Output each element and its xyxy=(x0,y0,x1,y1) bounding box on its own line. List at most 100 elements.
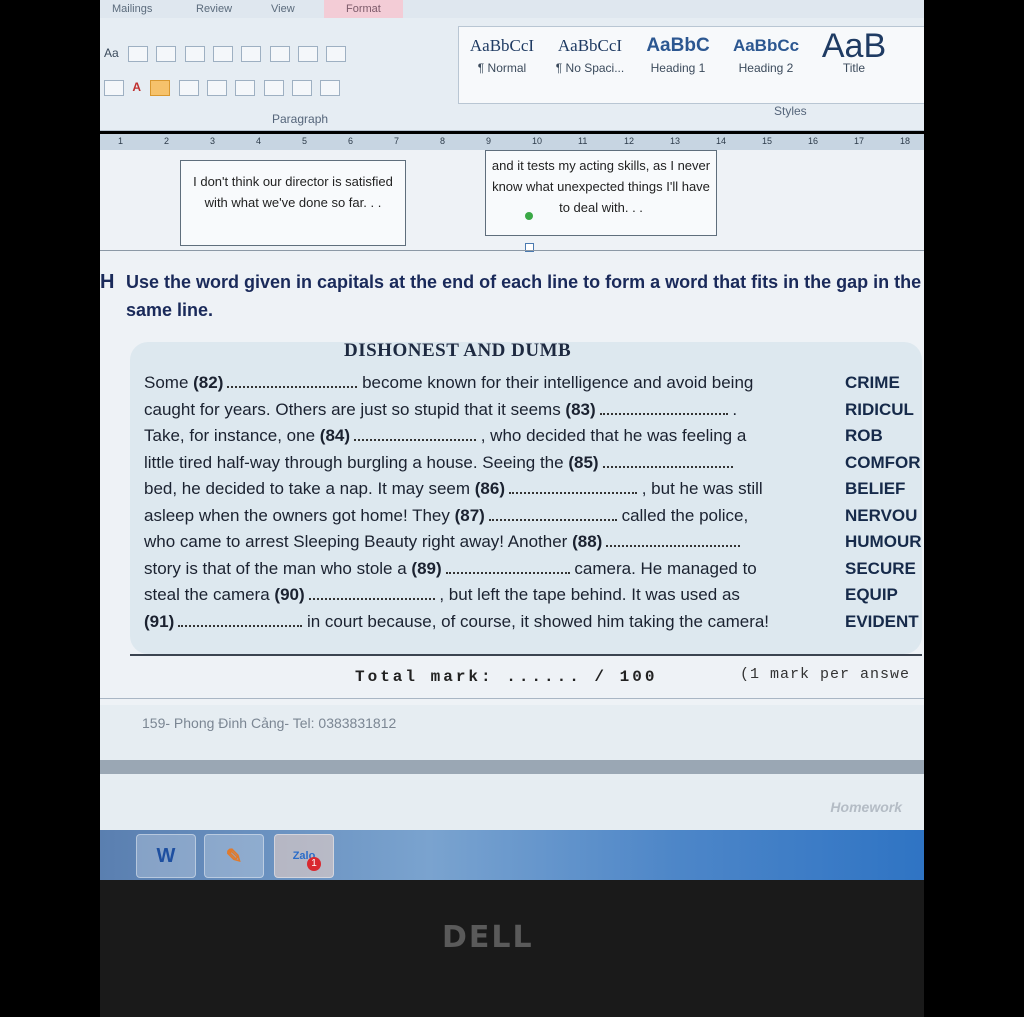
answer-blank[interactable] xyxy=(178,613,303,627)
answer-blank[interactable] xyxy=(488,507,617,521)
ruler-number: 15 xyxy=(762,136,773,146)
tab-format[interactable]: Format xyxy=(324,0,403,18)
exercise-letter: H xyxy=(100,271,115,293)
ribbon-tab-bar: Mailings Review View Format xyxy=(100,0,924,20)
line-text: caught for years. Others are just so stu… xyxy=(144,399,566,419)
numbering-icon[interactable] xyxy=(184,46,205,62)
ruler-number: 6 xyxy=(348,136,354,146)
ruler-number: 10 xyxy=(532,136,543,146)
line-text: , who decided that he was feeling a xyxy=(476,426,747,445)
sort-icon[interactable] xyxy=(298,46,319,62)
paragraph-group-label: Paragraph xyxy=(272,112,329,126)
align-right-icon[interactable] xyxy=(207,80,228,96)
style-heading-2[interactable]: AaBbCc Heading 2 xyxy=(723,31,809,75)
answer-blank[interactable] xyxy=(509,480,637,494)
line-text: steal the camera xyxy=(144,585,275,604)
line-spacing-icon[interactable] xyxy=(263,80,284,96)
answer-blank[interactable] xyxy=(602,454,733,468)
exercise-instruction: Use the word given in capitals at the en… xyxy=(126,272,922,320)
align-left-icon[interactable] xyxy=(150,80,171,96)
highlight-icon[interactable] xyxy=(104,80,124,96)
capital-word: ROB xyxy=(845,426,883,445)
line-text: Take, for instance, one xyxy=(144,426,320,445)
line-text: little tired half-way through burgling a… xyxy=(144,452,569,472)
bullets-icon[interactable] xyxy=(156,46,177,62)
ruler-number: 8 xyxy=(440,136,446,146)
style-normal[interactable]: AaBbCcI ¶ Normal xyxy=(459,31,545,75)
passage-underline xyxy=(130,650,922,656)
passage-line: (91) in court because, of course, it sho… xyxy=(144,612,824,632)
line-text: bed, he decided to take a nap. It may se… xyxy=(144,479,475,498)
answer-blank[interactable] xyxy=(606,533,741,547)
paragraph-controls-row: A xyxy=(104,80,345,96)
ruler-number: 4 xyxy=(256,136,262,146)
tab-view[interactable]: View xyxy=(271,3,295,15)
tab-review[interactable]: Review xyxy=(196,3,232,15)
font-color-icon[interactable]: A xyxy=(132,80,141,94)
shading-icon[interactable] xyxy=(292,80,313,96)
answer-blank[interactable] xyxy=(308,586,435,600)
watermark-homework: Homework xyxy=(830,799,902,815)
document-page: I don't think our director is satisfied … xyxy=(100,150,924,705)
change-case-button[interactable]: Aa xyxy=(104,46,119,60)
line-text: . xyxy=(727,399,738,419)
taskbar-paint-button[interactable]: ✎ xyxy=(204,834,264,878)
taskbar-word-button[interactable]: W xyxy=(136,834,196,878)
gap-number: (85) xyxy=(568,452,599,472)
ruler-number: 11 xyxy=(578,136,588,146)
style-no-spacing[interactable]: AaBbCcI ¶ No Spaci... xyxy=(547,31,633,75)
capital-word: COMFOR xyxy=(845,452,921,472)
tab-mailings[interactable]: Mailings xyxy=(112,3,152,15)
brand-logo: DELL xyxy=(442,920,534,955)
capital-word: BELIEF xyxy=(845,479,906,498)
clear-format-icon[interactable] xyxy=(128,46,149,62)
passage-line: steal the camera (90) , but left the tap… xyxy=(144,585,824,605)
answer-blank[interactable] xyxy=(599,401,728,415)
answer-blank[interactable] xyxy=(445,560,570,574)
line-text: in court because, of course, it showed h… xyxy=(302,611,770,631)
passage-line: little tired half-way through burgling a… xyxy=(144,453,824,473)
decrease-indent-icon[interactable] xyxy=(241,46,262,62)
ruler-number: 2 xyxy=(164,136,170,146)
align-center-icon[interactable] xyxy=(178,80,199,96)
gap-number: (86) xyxy=(474,479,505,498)
monitor-screen: Mailings Review View Format Aa A Paragra… xyxy=(100,0,924,1017)
passage-line: caught for years. Others are just so stu… xyxy=(144,400,824,420)
passage-line: bed, he decided to take a nap. It may se… xyxy=(144,479,824,499)
notification-badge: 1 xyxy=(307,857,321,871)
horizontal-ruler[interactable]: 1 2 3 4 5 6 7 8 9 10 11 12 13 14 15 16 17 18 xyxy=(100,134,924,151)
pilcrow-icon[interactable] xyxy=(326,46,347,62)
taskbar-zalo-button[interactable]: Zalo 1 xyxy=(274,834,334,878)
multilevel-list-icon[interactable] xyxy=(213,46,234,62)
gap-number: (84) xyxy=(319,426,351,445)
ruler-number: 5 xyxy=(302,136,308,146)
line-text: who came to arrest Sleeping Beauty right… xyxy=(144,532,573,551)
increase-indent-icon[interactable] xyxy=(269,46,290,62)
rotation-handle-icon[interactable] xyxy=(525,212,533,220)
ribbon: Aa A Paragraph AaBbCcI ¶ Normal AaBbCcI … xyxy=(100,18,924,131)
answer-blank[interactable] xyxy=(227,374,358,388)
capital-word: EQUIP xyxy=(845,585,898,604)
style-title[interactable]: AaB Title xyxy=(811,29,897,75)
speech-bubble-right: and it tests my acting skills, as I neve… xyxy=(485,150,717,236)
capital-word: EVIDENT xyxy=(845,611,919,631)
justify-icon[interactable] xyxy=(235,80,256,96)
answer-blank[interactable] xyxy=(354,427,477,441)
line-text: asleep when the owners got home! They xyxy=(144,505,455,525)
mark-note: (1 mark per answe xyxy=(740,666,911,683)
style-heading-1[interactable]: AaBbC Heading 1 xyxy=(635,31,721,75)
taskbar: W ✎ Zalo 1 xyxy=(100,830,924,880)
ruler-number: 12 xyxy=(624,136,635,146)
word-icon: W xyxy=(156,844,176,867)
ruler-number: 18 xyxy=(900,136,911,146)
ruler-number: 7 xyxy=(394,136,400,146)
page-footer-area: 159- Phong Đinh Cảng- Tel: 0383831812 Ho… xyxy=(100,705,924,830)
gap-number: (91) xyxy=(144,611,175,631)
borders-icon[interactable] xyxy=(320,80,341,96)
line-text: become known for their intelligence and … xyxy=(357,373,754,392)
gap-number: (90) xyxy=(274,585,305,604)
line-text: story is that of the man who stole a xyxy=(144,558,412,578)
ruler-number: 17 xyxy=(854,136,865,146)
ruler-number: 14 xyxy=(716,136,727,146)
line-text: , but he was still xyxy=(637,479,763,498)
